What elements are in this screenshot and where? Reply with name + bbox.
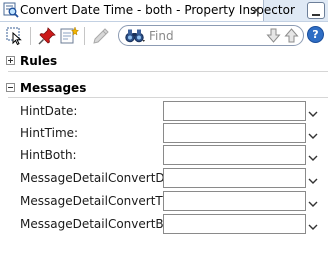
property-inspector-icon (3, 2, 19, 22)
hint-time-field[interactable] (163, 123, 306, 143)
search-input[interactable] (149, 27, 259, 44)
search-box (118, 25, 304, 46)
property-label: HintBoth: (20, 148, 77, 162)
chevron-down-icon[interactable] (307, 218, 319, 230)
section-messages-label: Messages (20, 81, 87, 95)
help-icon: ? (312, 28, 319, 41)
arrow-down-icon[interactable] (265, 27, 282, 48)
toolbar-separator (30, 27, 31, 45)
property-row-message-detail-convert-both: MessageDetailConvertBoth: (0, 214, 328, 234)
message-detail-convert-both-field[interactable] (163, 214, 306, 234)
property-label: HintTime: (20, 126, 79, 140)
close-icon[interactable]: × (249, 2, 263, 18)
section-rules-label: Rules (20, 54, 58, 68)
arrow-up-icon[interactable] (283, 27, 300, 48)
window-titlebar: Convert Date Time - both - Property Insp… (0, 0, 328, 22)
property-row-hint-date: HintDate: (0, 101, 328, 121)
property-row-hint-time: HintTime: (0, 123, 328, 143)
binoculars-icon[interactable] (124, 28, 146, 47)
chevron-down-icon[interactable] (307, 172, 319, 184)
help-button[interactable]: ? (307, 26, 324, 43)
collapse-icon[interactable] (6, 83, 15, 92)
property-inspector-window: Convert Date Time - both - Property Insp… (0, 0, 328, 280)
chevron-down-icon[interactable] (307, 127, 319, 139)
message-detail-convert-time-field[interactable] (163, 191, 306, 211)
hint-date-field[interactable] (163, 101, 306, 121)
minimize-icon (312, 14, 320, 16)
minimize-button[interactable] (307, 2, 325, 19)
edit-properties-icon[interactable] (59, 26, 80, 46)
section-divider (8, 97, 328, 98)
toolbar: ? (0, 22, 328, 49)
expand-icon[interactable] (6, 56, 15, 65)
toolbar-separator (84, 27, 85, 45)
property-row-message-detail-convert-time: MessageDetailConvertTime: (0, 191, 328, 211)
property-inspector-tab[interactable]: Convert Date Time - both - Property Insp… (0, 0, 295, 22)
section-divider (8, 71, 328, 72)
property-row-hint-both: HintBoth: (0, 145, 328, 165)
message-detail-convert-date-field[interactable] (163, 168, 306, 188)
chevron-down-icon[interactable] (307, 195, 319, 207)
property-label: HintDate: (20, 104, 78, 118)
chevron-down-icon[interactable] (307, 105, 319, 117)
chevron-down-icon[interactable] (307, 149, 319, 161)
pin-icon[interactable] (37, 26, 57, 46)
property-row-message-detail-convert-date: MessageDetailConvertDate: (0, 168, 328, 188)
pencil-icon[interactable] (91, 26, 111, 46)
hint-both-field[interactable] (163, 145, 306, 165)
select-node-icon[interactable] (5, 26, 25, 46)
